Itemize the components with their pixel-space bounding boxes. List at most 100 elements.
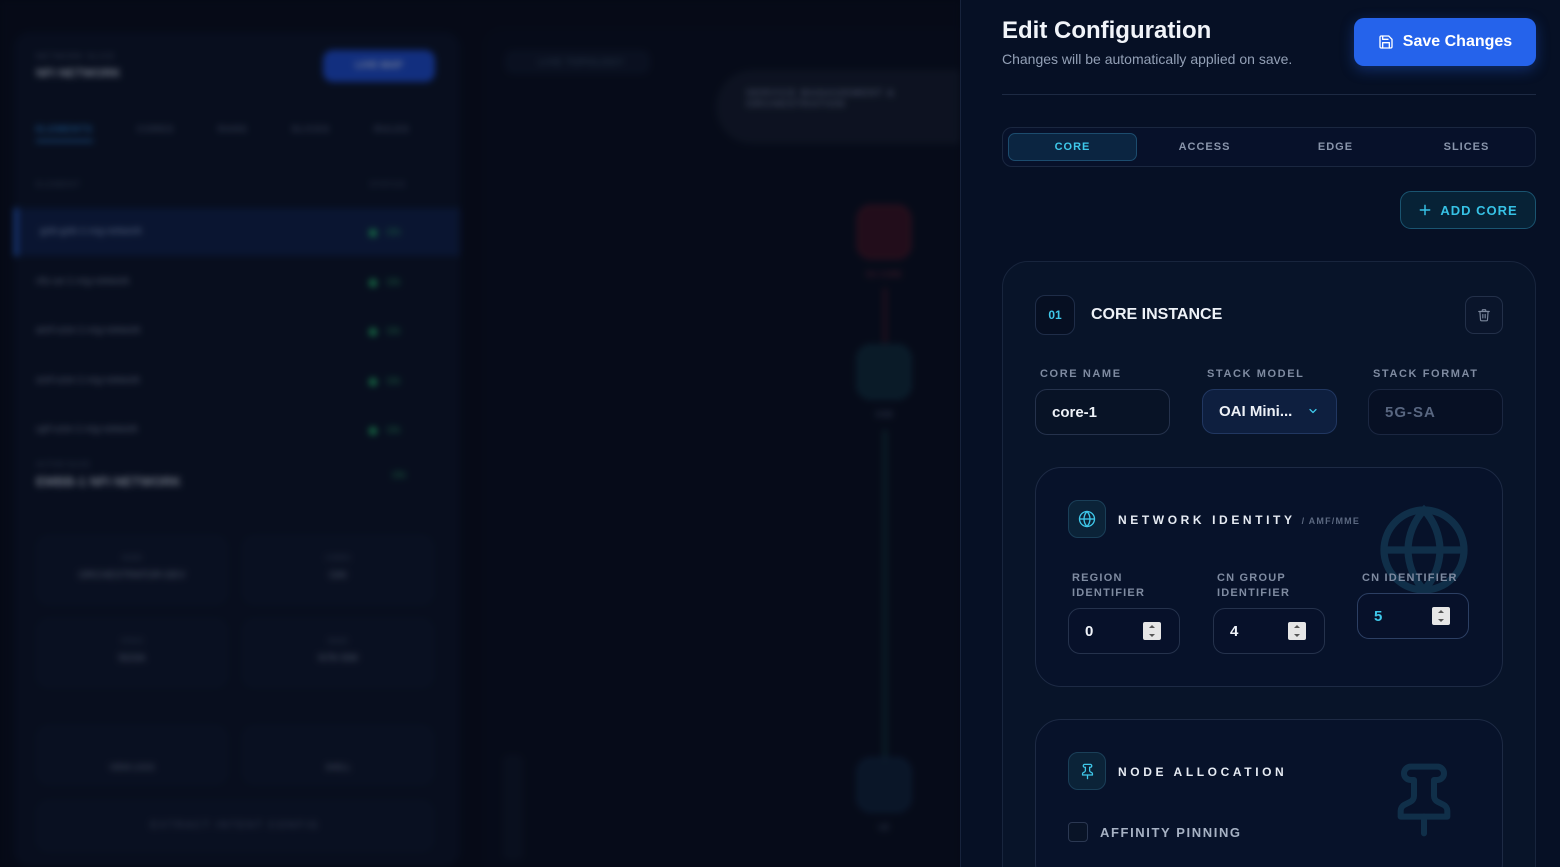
stat-label: CORES bbox=[325, 555, 351, 562]
node-allocation-icon-box bbox=[1068, 752, 1106, 790]
stat-value: N78-SIM bbox=[318, 653, 358, 664]
cn-identifier-stepper[interactable] bbox=[1432, 607, 1450, 625]
region-identifier-value: 0 bbox=[1085, 622, 1094, 640]
cn-identifier-input[interactable]: 5 bbox=[1357, 593, 1469, 639]
live-topology-label: LIVE TOPOLOGY bbox=[505, 50, 650, 74]
active-slice-subtitle: ACTIVE SLICE bbox=[36, 460, 91, 469]
gnb-node-icon[interactable] bbox=[857, 345, 911, 399]
tab-rules[interactable]: RULES bbox=[374, 124, 410, 142]
page-title: Edit Configuration bbox=[1002, 17, 1212, 44]
table-row[interactable]: smf-core-1-nrg-network ON bbox=[14, 357, 460, 405]
core-name-input[interactable]: core-1 bbox=[1035, 389, 1170, 435]
row-name: nfu-ue-1-nrg-network bbox=[36, 276, 130, 287]
node-label: 5G CORE bbox=[865, 270, 902, 279]
stat-value: 5GSA bbox=[118, 653, 146, 664]
smo-bubble: SERVICE MANAGEMENT & ORCHESTRATION bbox=[716, 70, 960, 144]
ue-node-icon[interactable] bbox=[857, 758, 911, 812]
stack-model-select[interactable]: OAI Mini... bbox=[1202, 389, 1337, 434]
network-identity-card: NETWORK IDENTITY / AMF/MME REGION IDENTIFI… bbox=[1035, 467, 1503, 687]
core-name-label: CORE NAME bbox=[1040, 368, 1122, 380]
affinity-pinning-checkbox[interactable] bbox=[1068, 822, 1088, 842]
shell-button[interactable]: SHELL bbox=[242, 725, 434, 785]
edit-configuration-panel: Edit Configuration Changes will be autom… bbox=[960, 0, 1560, 867]
config-tabs: CORE ACCESS EDGE SLICES bbox=[1002, 127, 1536, 167]
stat-label: BAND bbox=[328, 638, 348, 645]
region-label-line1: REGION bbox=[1072, 572, 1123, 584]
topology-link bbox=[884, 288, 886, 343]
stack-model-value: OAI Mini... bbox=[1219, 403, 1293, 420]
network-identity-title-text: NETWORK IDENTITY bbox=[1118, 513, 1296, 527]
row-name: upf-core-1-nrg-network bbox=[36, 424, 138, 435]
status-badge: ON bbox=[369, 357, 401, 405]
topology-link bbox=[884, 430, 886, 760]
stack-format-field: 5G-SA bbox=[1368, 389, 1503, 435]
live-map-button[interactable]: LIVE MAP bbox=[323, 50, 435, 82]
region-stepper[interactable] bbox=[1143, 622, 1161, 640]
divider bbox=[1002, 94, 1536, 95]
page-subtitle: Changes will be automatically applied on… bbox=[1002, 51, 1293, 67]
cn-identifier-value: 5 bbox=[1374, 607, 1383, 625]
tab-rans[interactable]: RANS bbox=[218, 124, 248, 142]
extract-intent-button[interactable]: EXTRACT INTENT CONFIG bbox=[36, 800, 434, 852]
save-changes-label: Save Changes bbox=[1402, 33, 1513, 50]
cn-identifier-label: CN IDENTIFIER bbox=[1362, 572, 1458, 584]
stat-card: NODE ORCHESTRATOR-DEV bbox=[36, 535, 228, 605]
network-identity-tag: / AMF/MME bbox=[1301, 516, 1361, 526]
chevron-down-icon bbox=[1309, 408, 1317, 414]
globe-icon bbox=[1078, 510, 1096, 528]
cn-group-stepper[interactable] bbox=[1288, 622, 1306, 640]
core-instance-title: CORE INSTANCE bbox=[1091, 306, 1223, 323]
stat-value: OAI bbox=[329, 570, 347, 581]
tab-cores[interactable]: CORES bbox=[137, 124, 174, 142]
sidebar-tabs: ELEMENTS CORES RANS SLICES RULES bbox=[36, 124, 410, 142]
stack-model-label: STACK MODEL bbox=[1207, 368, 1305, 380]
stat-card: CORES OAI bbox=[242, 535, 434, 605]
cn-group-label-line2: IDENTIFIER bbox=[1217, 587, 1291, 599]
save-changes-button[interactable]: Save Changes bbox=[1354, 18, 1536, 66]
stat-value: ORCHESTRATOR-DEV bbox=[78, 570, 186, 581]
save-icon bbox=[1379, 35, 1393, 49]
delete-core-button[interactable] bbox=[1465, 296, 1503, 334]
cn-group-identifier-label: CN GROUP IDENTIFIER bbox=[1217, 571, 1290, 601]
active-slice-title: EMBB-1 NFI NETWORK bbox=[36, 474, 182, 489]
element-table-header: ELEMENT STATUS bbox=[36, 180, 406, 189]
core-node-icon[interactable] bbox=[857, 205, 911, 259]
col-status: STATUS bbox=[369, 180, 406, 189]
region-identifier-input[interactable]: 0 bbox=[1068, 608, 1180, 654]
stat-label: NODE bbox=[121, 555, 143, 562]
stat-card: STACK 5GSA bbox=[36, 618, 228, 688]
network-identity-title: NETWORK IDENTITY / AMF/MME bbox=[1118, 513, 1360, 527]
background-app: NETWORK SLICE NFI NETWORK LIVE MAP ELEME… bbox=[0, 0, 960, 867]
view-logs-button[interactable]: VIEW LOGS bbox=[36, 725, 228, 785]
cn-group-label-line1: CN GROUP bbox=[1217, 572, 1286, 584]
tab-elements[interactable]: ELEMENTS bbox=[36, 124, 94, 142]
core-instance-card: 01 CORE INSTANCE CORE NAME core-1 STACK … bbox=[1002, 261, 1536, 867]
stat-label: STACK bbox=[120, 638, 144, 645]
table-row[interactable]: amf-core-1-nrg-network ON bbox=[14, 307, 460, 355]
tab-slices[interactable]: SLICES bbox=[292, 124, 331, 142]
node-label: GNB bbox=[875, 410, 893, 419]
tab-core[interactable]: CORE bbox=[1008, 133, 1137, 161]
node-allocation-card: NODE ALLOCATION AFFINITY PINNING bbox=[1035, 719, 1503, 867]
zoom-controls[interactable] bbox=[503, 755, 523, 860]
table-row[interactable]: nfu-ue-1-nrg-network ON bbox=[14, 258, 460, 306]
tab-edge[interactable]: EDGE bbox=[1272, 133, 1399, 161]
add-core-button[interactable]: ADD CORE bbox=[1400, 191, 1536, 229]
status-badge: ON bbox=[369, 406, 401, 454]
core-index-badge: 01 bbox=[1035, 295, 1075, 335]
tab-access[interactable]: ACCESS bbox=[1141, 133, 1268, 161]
cn-group-identifier-input[interactable]: 4 bbox=[1213, 608, 1325, 654]
row-name: amf-core-1-nrg-network bbox=[36, 325, 141, 336]
cn-group-identifier-value: 4 bbox=[1230, 622, 1239, 640]
status-badge: ON bbox=[369, 208, 401, 256]
status-badge: ON bbox=[369, 307, 401, 355]
add-core-label: ADD CORE bbox=[1440, 202, 1518, 218]
table-row[interactable]: gnb-gnb-1-nrg-network ON bbox=[14, 208, 460, 256]
node-allocation-title: NODE ALLOCATION bbox=[1118, 765, 1288, 779]
affinity-pinning-label: AFFINITY PINNING bbox=[1100, 825, 1242, 840]
table-row[interactable]: upf-core-1-nrg-network ON bbox=[14, 406, 460, 454]
tab-slices[interactable]: SLICES bbox=[1403, 133, 1530, 161]
trash-icon bbox=[1478, 309, 1490, 322]
pin-watermark-icon bbox=[1397, 763, 1451, 837]
stack-format-label: STACK FORMAT bbox=[1373, 368, 1479, 380]
